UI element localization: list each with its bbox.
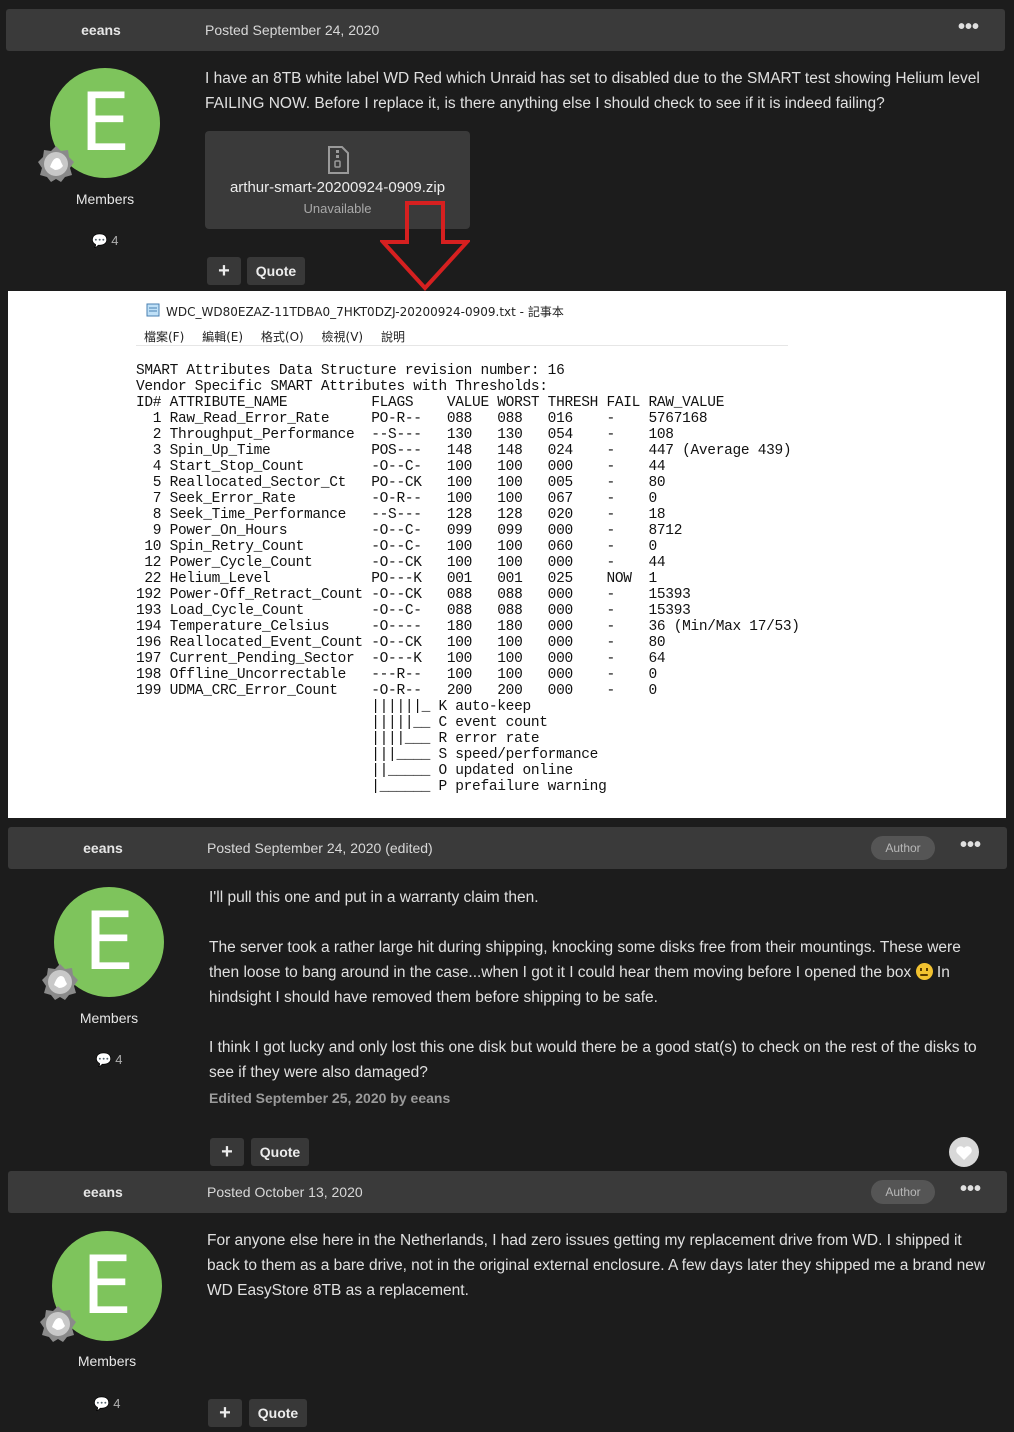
post-header: eeans Posted September 24, 2020 ••• [6, 9, 1005, 51]
more-options-icon[interactable]: ••• [960, 1179, 981, 1199]
divider [136, 345, 788, 346]
more-options-icon[interactable]: ••• [960, 835, 981, 855]
rank-badge-icon [38, 146, 74, 182]
member-role: Members [77, 1353, 137, 1369]
post-header: eeans Posted October 13, 2020 Author ••• [8, 1171, 1007, 1213]
post-count-value: 4 [111, 233, 119, 248]
author-badge: Author [871, 836, 935, 860]
post-date[interactable]: Posted September 24, 2020 (edited) [207, 840, 433, 856]
post-count-value: 4 [113, 1396, 121, 1411]
comment-icon: 💬 [91, 233, 108, 248]
attachment-name[interactable]: arthur-smart-20200924-0909.zip [205, 179, 470, 196]
red-arrow-icon [380, 201, 470, 291]
smart-line: 196 Reallocated_Event_Count -O--CK 100 1… [136, 635, 666, 651]
smart-line: |||____ S speed/performance [136, 747, 599, 763]
smart-line: 8 Seek_Time_Performance --S--- 128 128 0… [136, 507, 666, 523]
post-content: I have an 8TB white label WD Red which U… [205, 66, 990, 116]
menu-help: 說明 [380, 330, 405, 344]
smart-line: 22 Helium_Level PO---K 001 001 025 NOW 1 [136, 571, 657, 587]
comment-icon: 💬 [95, 1052, 112, 1067]
post-header: eeans Posted September 24, 2020 (edited)… [8, 827, 1007, 869]
more-options-icon[interactable]: ••• [958, 17, 979, 37]
post-text: The server took a rather large hit durin… [209, 939, 961, 1006]
edited-note: Edited September 25, 2020 by eeans [209, 1090, 451, 1106]
rank-badge-icon [40, 1306, 76, 1342]
smart-line: 197 Current_Pending_Sector -O---K 100 10… [136, 651, 666, 667]
post-date[interactable]: Posted September 24, 2020 [205, 22, 379, 38]
quote-button[interactable]: Quote [247, 257, 305, 285]
smart-line: |||||__ C event count [136, 715, 548, 731]
menu-view: 檢視(V) [321, 330, 364, 344]
post-text: For anyone else here in the Netherlands,… [207, 1232, 986, 1299]
smart-line: ||||___ R error rate [136, 731, 540, 747]
rank-badge-icon [42, 964, 78, 1000]
menu-edit: 編輯(E) [202, 330, 244, 344]
post-1: eeans Posted September 24, 2020 ••• E Me… [0, 0, 1014, 291]
post-count-value: 4 [115, 1052, 123, 1067]
post-text: I think I got lucky and only lost this o… [209, 1039, 977, 1081]
notepad-title: WDC_WD80EZAZ-11TDBA0_7HKT0DZJ-20200924-0… [166, 305, 564, 319]
notepad-menu: 檔案(F) 編輯(E) 格式(O) 檢視(V) 說明 [144, 328, 419, 345]
smart-attributes-text: SMART Attributes Data Structure revision… [136, 363, 800, 795]
smart-line: 192 Power-Off_Retract_Count -O--CK 088 0… [136, 587, 691, 603]
post-count[interactable]: 💬 4 [10, 233, 200, 249]
smart-line: 3 Spin_Up_Time POS--- 148 148 024 - 447 … [136, 443, 792, 459]
smart-line: 194 Temperature_Celsius -O---- 180 180 0… [136, 619, 800, 635]
smart-line: 5 Reallocated_Sector_Ct PO--CK 100 100 0… [136, 475, 666, 491]
multiquote-button[interactable]: + [207, 257, 241, 285]
smart-line: ||||||_ K auto-keep [136, 699, 531, 715]
comment-icon: 💬 [93, 1396, 110, 1411]
post-text: I have an 8TB white label WD Red which U… [205, 70, 980, 112]
post-date[interactable]: Posted October 13, 2020 [207, 1184, 363, 1200]
smart-line: 2 Throughput_Performance --S--- 130 130 … [136, 427, 674, 443]
smart-line: 199 UDMA_CRC_Error_Count -O-R-- 200 200 … [136, 683, 657, 699]
smart-screenshot: WDC_WD80EZAZ-11TDBA0_7HKT0DZJ-20200924-0… [8, 291, 1006, 818]
author-name[interactable]: eeans [6, 22, 196, 38]
smart-line: 9 Power_On_Hours -O--C- 099 099 000 - 87… [136, 523, 683, 539]
quote-button[interactable]: Quote [249, 1399, 307, 1427]
multiquote-button[interactable]: + [208, 1399, 242, 1427]
member-role: Members [75, 191, 135, 207]
smart-line: 193 Load_Cycle_Count -O--C- 088 088 000 … [136, 603, 691, 619]
menu-format: 格式(O) [260, 330, 304, 344]
post-count[interactable]: 💬 4 [14, 1052, 204, 1068]
smart-line: 12 Power_Cycle_Count -O--CK 100 100 000 … [136, 555, 666, 571]
smart-line: 4 Start_Stop_Count -O--C- 100 100 000 - … [136, 459, 666, 475]
author-name[interactable]: eeans [8, 840, 198, 856]
smart-line: SMART Attributes Data Structure revision… [136, 363, 565, 379]
post-content: For anyone else here in the Netherlands,… [207, 1228, 992, 1303]
author-badge: Author [871, 1180, 935, 1204]
notepad-icon [146, 303, 160, 317]
post-count[interactable]: 💬 4 [12, 1396, 202, 1412]
member-role: Members [79, 1010, 139, 1026]
author-name[interactable]: eeans [8, 1184, 198, 1200]
menu-file: 檔案(F) [144, 330, 185, 344]
smart-line: 1 Raw_Read_Error_Rate PO-R-- 088 088 016… [136, 411, 708, 427]
post-2: eeans Posted September 24, 2020 (edited)… [0, 818, 1014, 1170]
smart-line: |______ P prefailure warning [136, 779, 607, 795]
post-text: I'll pull this one and put in a warranty… [209, 889, 539, 906]
post-3: eeans Posted October 13, 2020 Author •••… [0, 1162, 1014, 1432]
smart-line: 198 Offline_Uncorrectable ---R-- 100 100… [136, 667, 657, 683]
smart-line: 10 Spin_Retry_Count -O--C- 100 100 060 -… [136, 539, 657, 555]
smart-line: ID# ATTRIBUTE_NAME FLAGS VALUE WORST THR… [136, 395, 725, 411]
sad-emoji-icon [915, 963, 933, 980]
smart-line: Vendor Specific SMART Attributes with Th… [136, 379, 548, 395]
smart-line: 7 Seek_Error_Rate -O-R-- 100 100 067 - 0 [136, 491, 657, 507]
post-content: I'll pull this one and put in a warranty… [209, 885, 979, 1085]
smart-line: ||_____ O updated online [136, 763, 573, 779]
zip-file-icon [328, 146, 349, 174]
